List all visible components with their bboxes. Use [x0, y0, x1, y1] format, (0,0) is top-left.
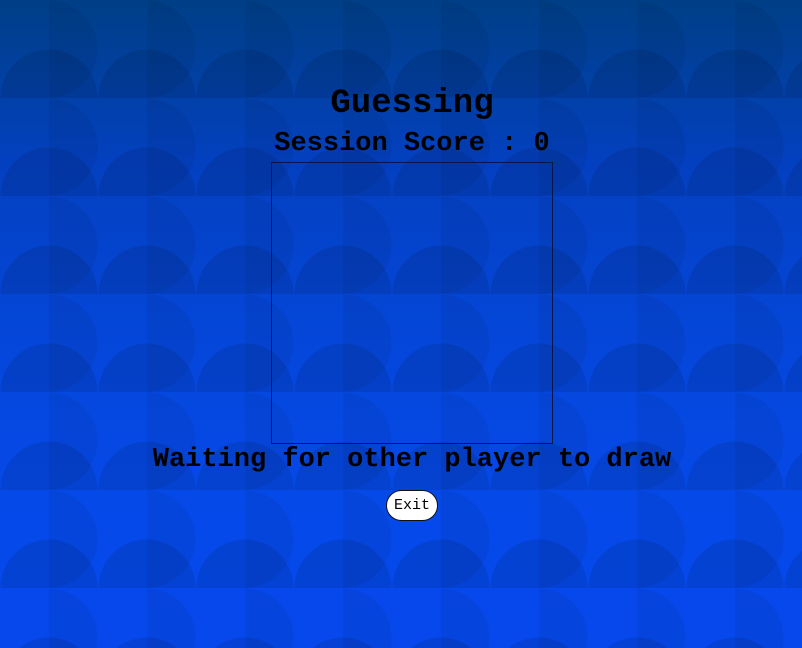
session-score: Session Score : 0 — [274, 129, 550, 159]
page-title: Guessing — [330, 85, 494, 123]
drawing-canvas — [271, 162, 553, 444]
status-message: Waiting for other player to draw — [152, 445, 672, 475]
exit-button[interactable]: Exit — [386, 490, 438, 521]
